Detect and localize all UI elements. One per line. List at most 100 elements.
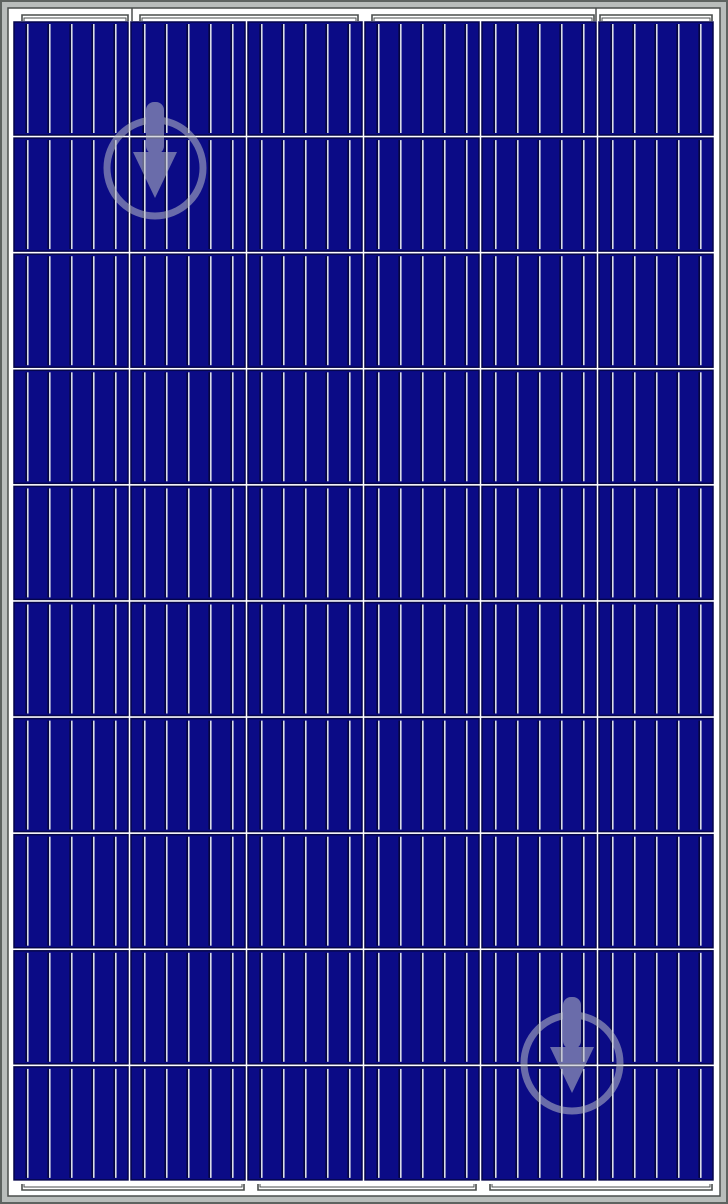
busbar-shadow [230, 720, 232, 830]
busbar [188, 836, 190, 946]
busbar [612, 604, 614, 714]
busbar [583, 836, 585, 946]
busbar-shadow [69, 488, 71, 598]
busbar-shadow [376, 372, 378, 482]
busbar [400, 1068, 402, 1178]
busbar-shadow [581, 256, 583, 366]
busbar-shadow [186, 1068, 188, 1178]
busbar [656, 604, 658, 714]
busbar [115, 836, 117, 946]
busbar-shadow [676, 140, 678, 250]
busbar-shadow [25, 256, 27, 366]
busbar-shadow [186, 140, 188, 250]
busbar [495, 604, 497, 714]
busbar-shadow [581, 24, 583, 133]
busbar [517, 604, 519, 714]
busbar [144, 952, 146, 1062]
busbar-shadow [164, 1068, 166, 1178]
busbar [422, 1068, 424, 1178]
busbar [261, 24, 263, 133]
busbar-shadow [113, 604, 115, 714]
busbar [305, 24, 307, 133]
busbar [49, 1068, 51, 1178]
busbar-shadow [47, 24, 49, 133]
busbar-shadow [654, 720, 656, 830]
busbar [283, 256, 285, 366]
busbar-shadow [420, 256, 422, 366]
busbar-shadow [442, 24, 444, 133]
busbar [656, 836, 658, 946]
busbar-shadow [559, 24, 561, 133]
busbar [261, 604, 263, 714]
busbar [93, 24, 95, 133]
busbar-shadow [442, 140, 444, 250]
busbar-shadow [581, 1068, 583, 1178]
busbar [444, 604, 446, 714]
busbar [144, 24, 146, 133]
busbar-shadow [420, 372, 422, 482]
busbar [444, 836, 446, 946]
busbar-shadow [515, 1068, 517, 1178]
busbar-shadow [230, 24, 232, 133]
busbar [561, 836, 563, 946]
busbar-shadow [164, 488, 166, 598]
busbar [261, 140, 263, 250]
busbar-shadow [113, 24, 115, 133]
watermark-shaft [563, 997, 581, 1049]
busbar-shadow [259, 720, 261, 830]
busbar-shadow [25, 952, 27, 1062]
busbar-shadow [698, 836, 700, 946]
busbar [327, 720, 329, 830]
busbar-shadow [654, 1068, 656, 1178]
busbar [305, 140, 307, 250]
busbar [583, 24, 585, 133]
busbar [71, 952, 73, 1062]
busbar-shadow [698, 720, 700, 830]
busbar [422, 140, 424, 250]
busbar [349, 952, 351, 1062]
busbar-shadow [515, 372, 517, 482]
busbar [422, 952, 424, 1062]
busbar-shadow [398, 140, 400, 250]
busbar [327, 604, 329, 714]
busbar-shadow [559, 720, 561, 830]
busbar [583, 1068, 585, 1178]
busbar-shadow [281, 836, 283, 946]
busbar [612, 720, 614, 830]
busbar-shadow [47, 488, 49, 598]
busbar [422, 836, 424, 946]
busbar-shadow [91, 1068, 93, 1178]
busbar-shadow [303, 604, 305, 714]
busbar [93, 1068, 95, 1178]
busbar [422, 256, 424, 366]
busbar-shadow [208, 140, 210, 250]
busbar [71, 24, 73, 133]
busbar [71, 720, 73, 830]
busbar-shadow [325, 256, 327, 366]
busbar-shadow [610, 372, 612, 482]
busbar [349, 720, 351, 830]
busbar [422, 372, 424, 482]
busbar-shadow [654, 256, 656, 366]
busbar [422, 488, 424, 598]
busbar [466, 256, 468, 366]
busbar-shadow [464, 24, 466, 133]
busbar [210, 256, 212, 366]
busbar-shadow [69, 720, 71, 830]
busbar-shadow [537, 24, 539, 133]
busbar [561, 1068, 563, 1178]
busbar [495, 256, 497, 366]
busbar-shadow [208, 952, 210, 1062]
busbar-shadow [142, 372, 144, 482]
busbar [583, 140, 585, 250]
busbar-shadow [142, 1068, 144, 1178]
busbar [583, 488, 585, 598]
busbar-shadow [25, 836, 27, 946]
busbar-shadow [698, 256, 700, 366]
busbar [166, 24, 168, 133]
busbar [561, 488, 563, 598]
busbar-shadow [515, 836, 517, 946]
busbar [115, 24, 117, 133]
busbar-shadow [259, 1068, 261, 1178]
busbar-shadow [259, 836, 261, 946]
